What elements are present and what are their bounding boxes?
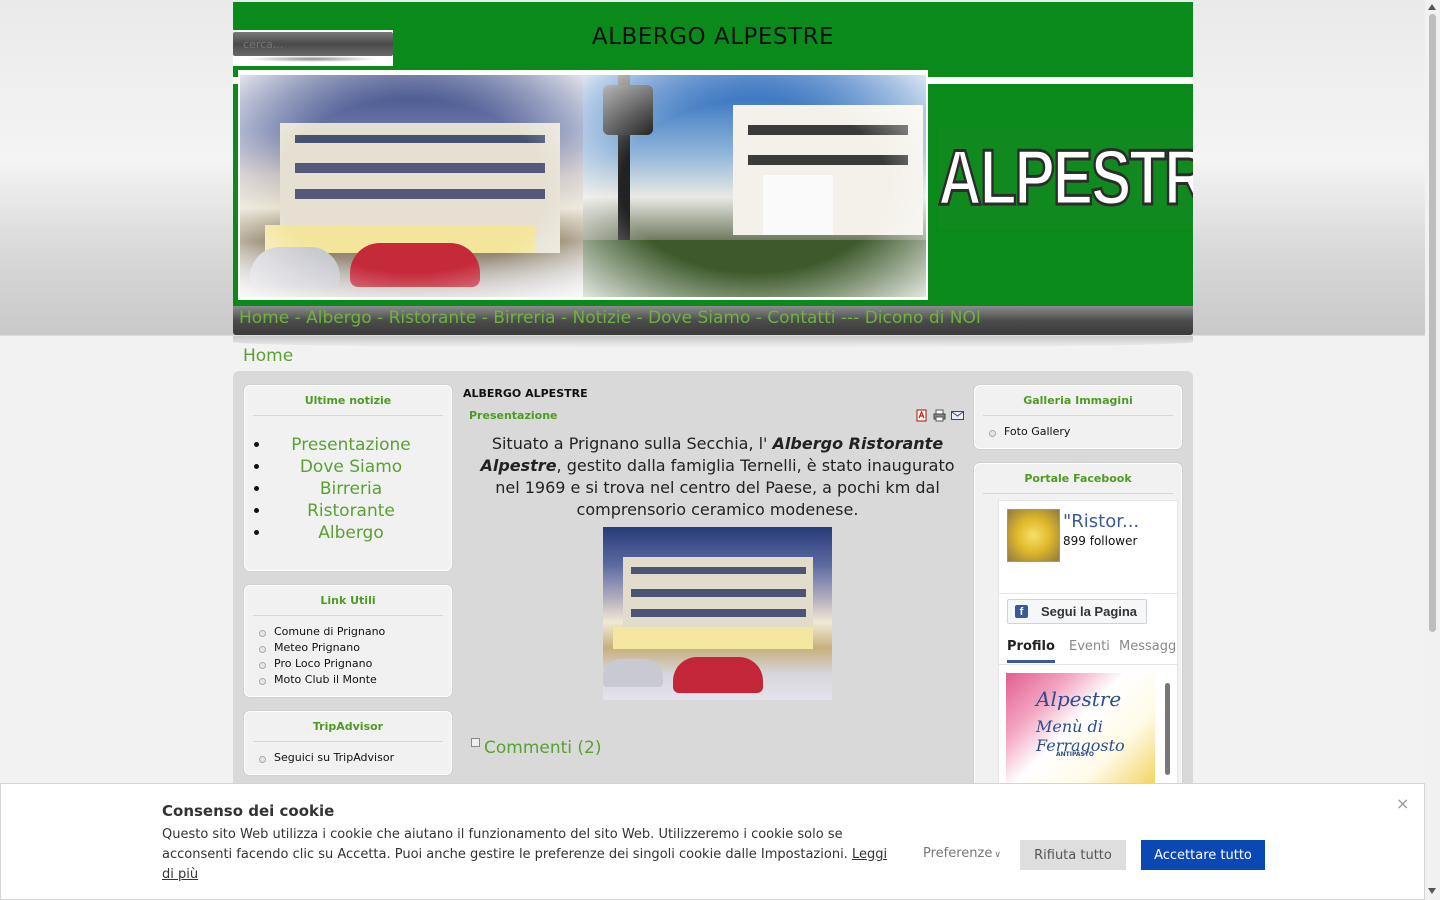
reject-all-button[interactable]: Rifiuta tutto [1020, 840, 1126, 870]
news-list: Presentazione Dove Siamo Birreria Ristor… [245, 416, 451, 544]
cookie-text: Questo sito Web utilizza i cookie che ai… [162, 827, 888, 882]
tab-events[interactable]: Eventi [1069, 639, 1110, 654]
print-icon[interactable] [933, 409, 946, 422]
preferences-dropdown[interactable]: Preferenze ∨ [923, 846, 1001, 861]
module-title: Ultime notizie [253, 386, 443, 416]
logo-text: ALPESTRE [938, 132, 1193, 223]
pdf-icon[interactable] [915, 409, 928, 422]
links-list: Comune di Prignano Meteo Prignano Pro Lo… [245, 616, 451, 688]
tripadvisor-link[interactable]: Seguici su TripAdvisor [259, 750, 451, 766]
gallery-module: Galleria Immagini Foto Gallery [974, 385, 1182, 449]
link-item[interactable]: Moto Club il Monte [259, 672, 451, 688]
article-photo-hotel [603, 527, 832, 700]
link-item[interactable]: Comune di Prignano [259, 624, 451, 640]
article-icons [915, 409, 967, 423]
comment-icon [471, 738, 480, 747]
tab-messages[interactable]: Messaggi [1119, 639, 1177, 654]
tripadvisor-list: Seguici su TripAdvisor [245, 742, 451, 766]
tab-profile[interactable]: Profilo [1007, 639, 1055, 663]
scroll-thumb[interactable] [1165, 683, 1170, 775]
scroll-thumb[interactable] [1429, 14, 1436, 632]
gallery-list: Foto Gallery [975, 416, 1181, 440]
facebook-page-name[interactable]: "Ristor... [1063, 511, 1139, 532]
nav-links[interactable]: Home - Albergo - Ristorante - Birreria -… [239, 308, 981, 328]
news-item[interactable]: Presentazione [271, 434, 451, 456]
latest-news-module: Ultime notizie Presentazione Dove Siamo … [244, 385, 452, 571]
news-item[interactable]: Dove Siamo [271, 456, 451, 478]
breadcrumb[interactable]: Home [243, 346, 293, 366]
facebook-feed-scrollbar[interactable] [1163, 673, 1171, 788]
banner-photo-hotel-winter [240, 75, 583, 297]
useful-links-module: Link Utili Comune di Prignano Meteo Prig… [244, 585, 452, 697]
facebook-page-widget: "Ristor... 899 follower f Segui la Pagina… [998, 500, 1178, 790]
module-title: Link Utili [253, 586, 443, 616]
module-title: Galleria Immagini [983, 386, 1173, 416]
facebook-follow-button[interactable]: f Segui la Pagina [1007, 599, 1147, 624]
facebook-avatar[interactable] [1007, 509, 1060, 562]
divider [999, 593, 1177, 594]
tripadvisor-module: TripAdvisor Seguici su TripAdvisor [244, 711, 452, 775]
module-title: TripAdvisor [253, 712, 443, 742]
nav-shadow [233, 336, 1193, 348]
article-title: ALBERGO ALPESTRE [463, 387, 588, 400]
news-item[interactable]: Birreria [271, 478, 451, 500]
news-item[interactable]: Ristorante [271, 500, 451, 522]
search-shadow [247, 56, 377, 62]
chevron-down-icon: ∨ [994, 850, 1001, 860]
page-scrollbar[interactable] [1425, 0, 1440, 900]
gallery-link[interactable]: Foto Gallery [989, 424, 1181, 440]
link-item[interactable]: Pro Loco Prignano [259, 656, 451, 672]
banner-photo-hotel-summer [583, 75, 926, 297]
close-icon[interactable]: × [1396, 794, 1409, 813]
module-title: Portale Facebook [983, 464, 1173, 494]
article-subtitle[interactable]: Presentazione [469, 409, 558, 422]
scroll-down-icon[interactable] [1428, 888, 1436, 894]
link-item[interactable]: Meteo Prignano [259, 640, 451, 656]
accept-all-button[interactable]: Accettare tutto [1141, 840, 1265, 870]
post-title: Menù di Ferragosto [1036, 717, 1125, 755]
site-title: ALBERGO ALPESTRE [591, 24, 835, 50]
cookie-title: Consenso dei cookie [162, 802, 335, 820]
logo: ALPESTRE [938, 128, 1193, 230]
news-item[interactable]: Albergo [271, 522, 451, 544]
post-brand: Alpestre [1036, 687, 1122, 711]
facebook-tabs: Profilo Eventi Messaggi [999, 633, 1177, 665]
main-navigation[interactable]: Home - Albergo - Ristorante - Birreria -… [233, 306, 1193, 335]
cookie-consent-banner: Consenso dei cookie Questo sito Web util… [0, 783, 1425, 900]
post-section: ANTIPASTO [1056, 751, 1094, 758]
scroll-up-icon[interactable] [1428, 4, 1436, 10]
facebook-icon: f [1015, 605, 1028, 618]
facebook-followers: 899 follower [1063, 534, 1138, 548]
comments-link[interactable]: Commenti (2) [471, 738, 602, 758]
article-body: Situato a Prignano sulla Secchia, l' Alb… [480, 434, 955, 519]
facebook-post-image[interactable]: Alpestre Menù di Ferragosto ANTIPASTO [1006, 673, 1155, 788]
email-icon[interactable] [951, 409, 964, 422]
